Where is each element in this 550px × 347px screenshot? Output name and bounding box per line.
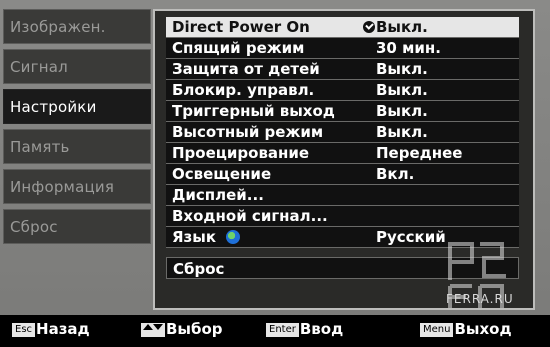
- hint-enter-label: Ввод: [299, 320, 344, 338]
- menu-key-icon: Menu: [420, 323, 454, 337]
- setting-value: Выкл.: [376, 81, 428, 99]
- menu-item-image[interactable]: Изображен.: [3, 9, 151, 44]
- setting-row-sleep-mode[interactable]: Спящий режим 30 мин.: [166, 38, 519, 59]
- setting-label: Высотный режим: [172, 123, 324, 141]
- navigation-hint-bar: Esc Назад Выбор Enter Ввод Menu Выход: [0, 315, 550, 347]
- setting-label: Спящий режим: [172, 39, 305, 57]
- setting-row-trigger-out[interactable]: Триггерный выход Выкл.: [166, 101, 519, 122]
- setting-value: Выкл.: [376, 60, 428, 78]
- setting-row-child-lock[interactable]: Защита от детей Выкл.: [166, 59, 519, 80]
- setting-label: Direct Power On: [172, 18, 310, 36]
- setting-value: Вкл.: [376, 165, 415, 183]
- hint-exit-label: Выход: [454, 320, 512, 338]
- settings-list: Direct Power On Выкл. Спящий режим 30 ми…: [166, 17, 519, 248]
- setting-value: Переднее: [376, 144, 463, 162]
- esc-key-icon: Esc: [12, 323, 36, 337]
- hint-back: Esc Назад: [12, 320, 90, 338]
- setting-label: Освещение: [172, 165, 272, 183]
- setting-row-illumination[interactable]: Освещение Вкл.: [166, 164, 519, 185]
- setting-label: Блокир. управл.: [172, 81, 315, 99]
- globe-icon: [226, 230, 241, 244]
- setting-label: Защита от детей: [172, 60, 320, 78]
- setting-value: Выкл.: [376, 123, 428, 141]
- hint-select-label: Выбор: [166, 320, 223, 338]
- menu-item-settings[interactable]: Настройки: [3, 89, 151, 124]
- setting-label: Проецирование: [172, 144, 310, 162]
- setting-row-high-altitude[interactable]: Высотный режим Выкл.: [166, 122, 519, 143]
- hint-select: Выбор: [141, 320, 223, 338]
- setting-value: 30 мин.: [376, 39, 441, 57]
- up-down-arrows-icon: [141, 323, 165, 337]
- menu-item-memory[interactable]: Память: [3, 129, 151, 164]
- selected-check-icon: [363, 21, 375, 33]
- menu-item-signal[interactable]: Сигнал: [3, 49, 151, 84]
- hint-exit: Menu Выход: [420, 320, 512, 338]
- menu-item-information[interactable]: Информация: [3, 169, 151, 204]
- menu-item-reset[interactable]: Сброс: [3, 209, 151, 244]
- setting-row-input-signal[interactable]: Входной сигнал...: [166, 206, 519, 227]
- projector-menu-screen: Изображен. Сигнал Настройки Память Инфор…: [0, 0, 550, 347]
- enter-key-icon: Enter: [266, 323, 299, 337]
- setting-value: Выкл.: [376, 102, 428, 120]
- setting-label: Входной сигнал...: [172, 207, 328, 225]
- setting-label: Дисплей...: [172, 186, 264, 204]
- watermark-text: FERRA.RU: [446, 292, 514, 306]
- setting-label: Язык: [172, 227, 241, 247]
- setting-label-text: Язык: [172, 228, 217, 246]
- hint-back-label: Назад: [36, 320, 90, 338]
- setting-row-projection[interactable]: Проецирование Переднее: [166, 143, 519, 164]
- setting-value: Выкл.: [376, 18, 428, 36]
- setting-row-operation-lock[interactable]: Блокир. управл. Выкл.: [166, 80, 519, 101]
- setting-row-direct-power-on[interactable]: Direct Power On Выкл.: [166, 17, 519, 38]
- hint-enter: Enter Ввод: [266, 320, 343, 338]
- setting-label: Триггерный выход: [172, 102, 335, 120]
- setting-row-display[interactable]: Дисплей...: [166, 185, 519, 206]
